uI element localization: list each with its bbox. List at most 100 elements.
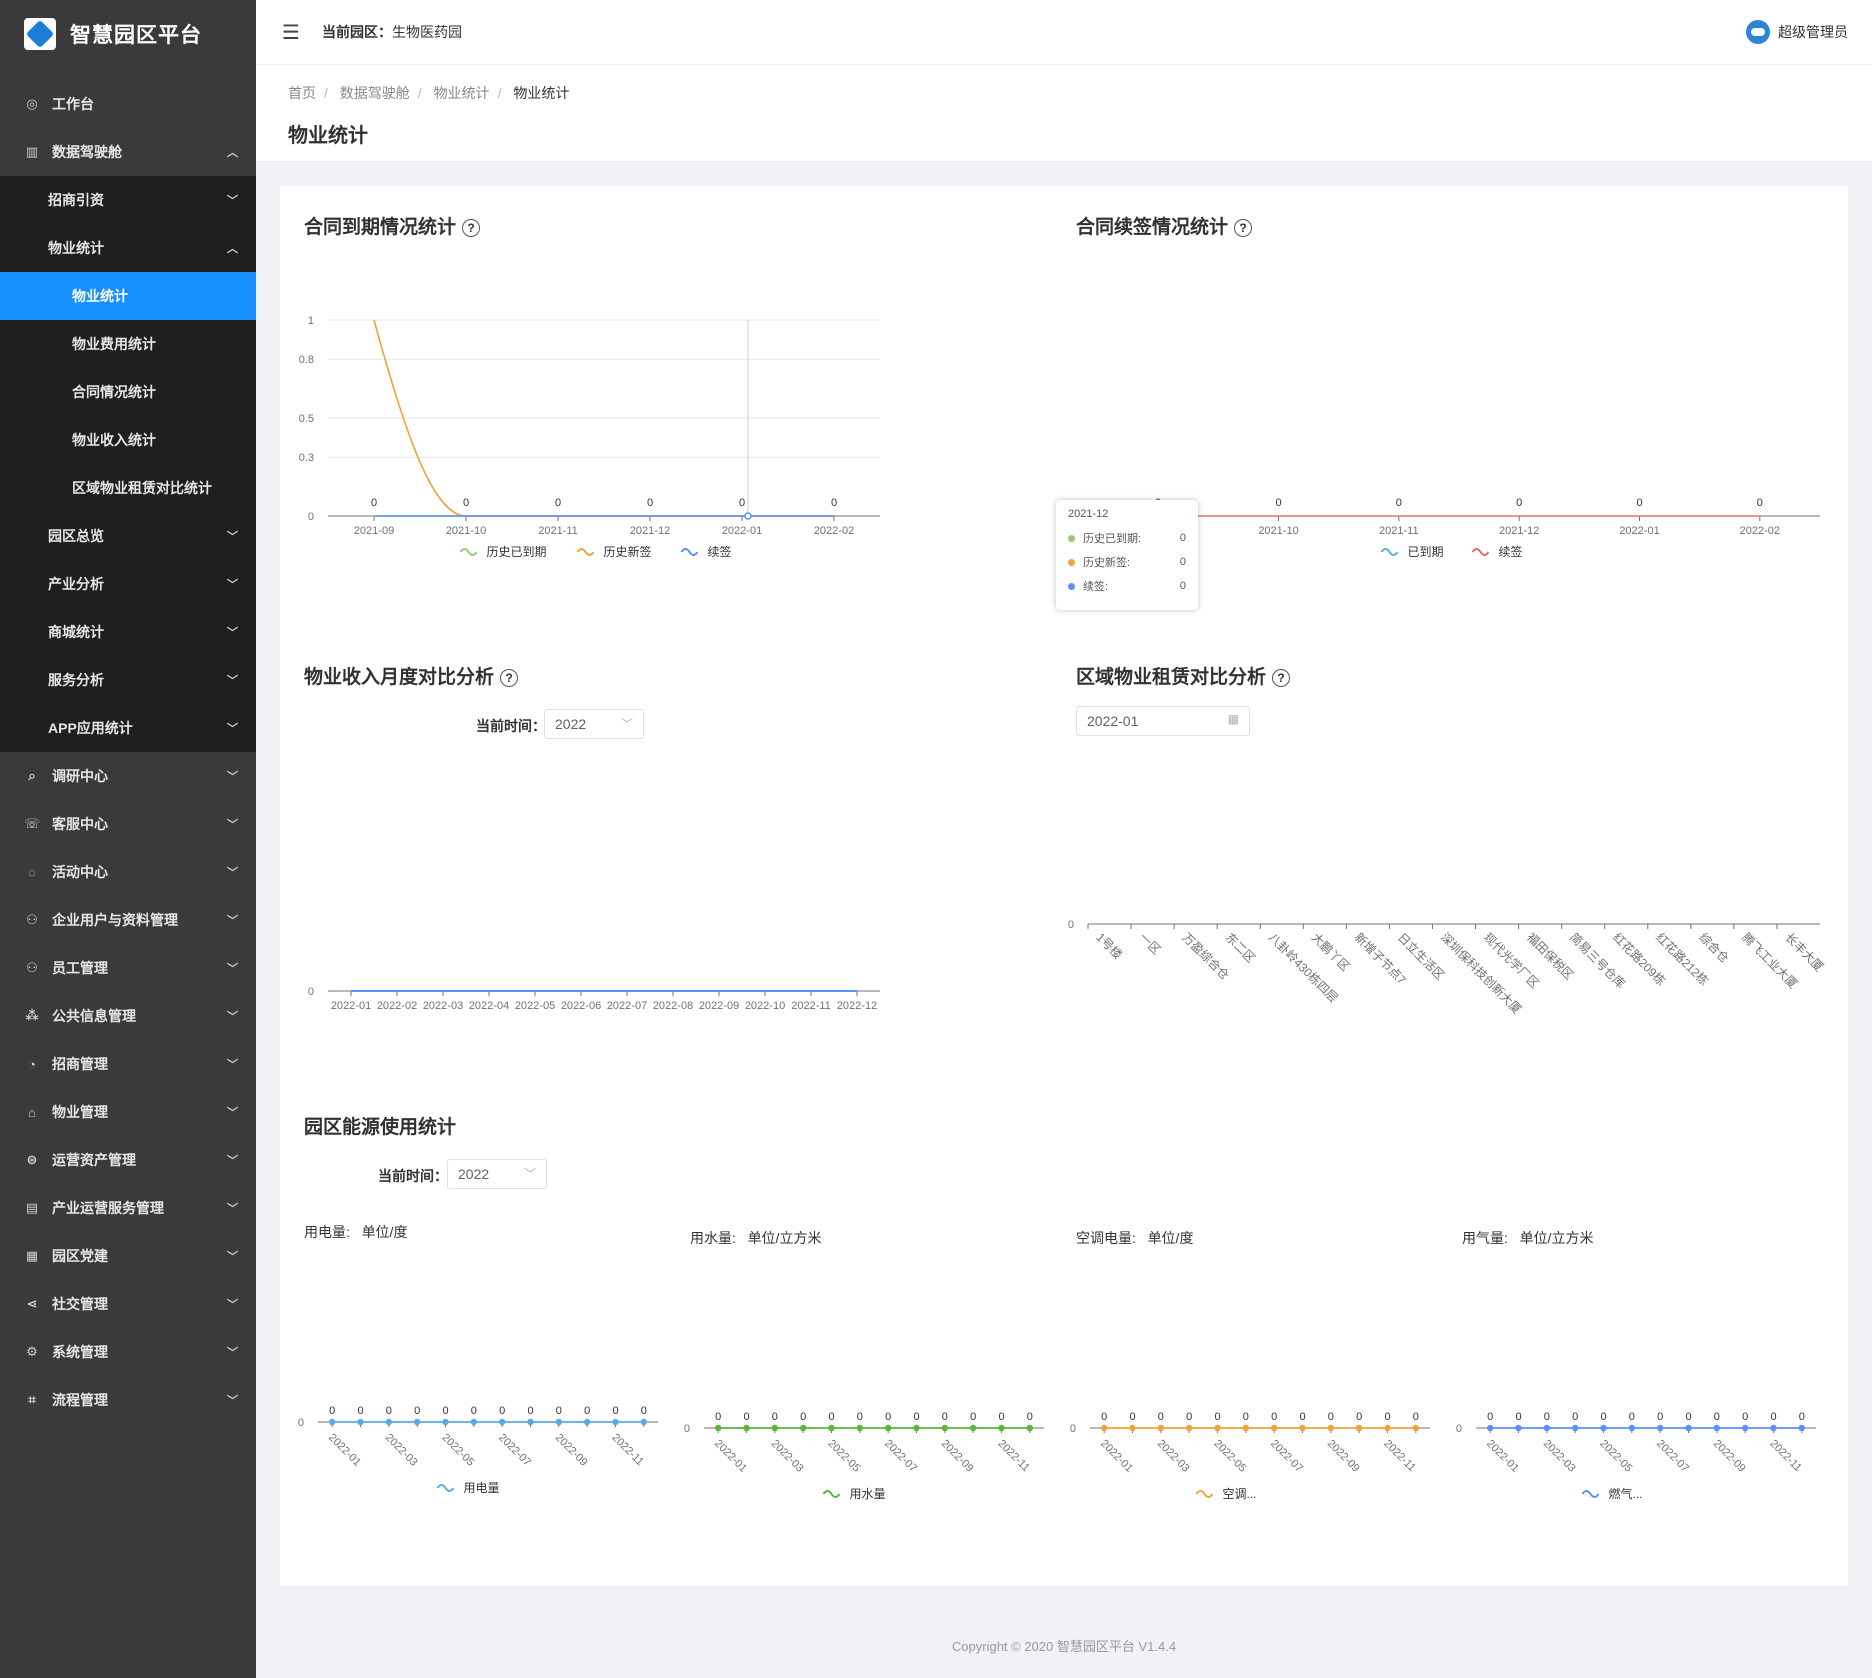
- activity-icon: ◌: [28, 864, 36, 880]
- legend-label: 已到期: [1408, 545, 1444, 559]
- data-label: 0: [357, 1405, 363, 1417]
- sidebar-item-social[interactable]: ⋖ 社交管理 ﹀: [0, 1280, 256, 1328]
- data-label: 0: [1275, 497, 1281, 509]
- data-label: 0: [772, 1411, 778, 1423]
- sidebar-item-system[interactable]: ⚙ 系统管理 ﹀: [0, 1328, 256, 1376]
- legend-icon: [1471, 548, 1490, 556]
- sidebar-item-property-stats-group[interactable]: 物业统计 ︿: [0, 224, 256, 272]
- data-label: 0: [942, 1411, 948, 1423]
- logo-icon: [24, 18, 56, 50]
- x-tick-label: 综合仓: [1696, 930, 1732, 966]
- breadcrumb-home[interactable]: 首页: [288, 85, 316, 101]
- sidebar-item-data-cockpit[interactable]: ▥ 数据驾驶舱 ︿: [0, 128, 256, 176]
- data-point: [612, 1418, 619, 1426]
- sidebar-item-app-stats[interactable]: APP应用统计 ﹀: [0, 704, 256, 752]
- x-tick-label: 2021-10: [1258, 525, 1298, 537]
- flow-icon: ⌗: [28, 1392, 36, 1407]
- sidebar-item-park-overview[interactable]: 园区总览 ﹀: [0, 512, 256, 560]
- sidebar-item-industry-service[interactable]: ▤ 产业运营服务管理 ﹀: [0, 1184, 256, 1232]
- data-point: [1129, 1424, 1136, 1432]
- data-label: 0: [1572, 1411, 1578, 1423]
- chevron-down-icon: ﹀: [227, 771, 238, 783]
- chevron-down-icon: ﹀: [227, 1155, 238, 1167]
- sidebar-item-service-analysis[interactable]: 服务分析 ﹀: [0, 656, 256, 704]
- dashboard-icon: ◎: [26, 96, 38, 111]
- sidebar-item-workbench[interactable]: ◎ 工作台: [0, 80, 256, 128]
- menu-fold-icon[interactable]: ☰: [282, 20, 300, 45]
- y-tick-label: 0: [308, 511, 314, 523]
- data-label: 0: [1657, 1411, 1663, 1423]
- data-label: 0: [1384, 1411, 1390, 1423]
- sidebar-menu-rest: ⌕ 调研中心 ﹀ ☏ 客服中心 ﹀ ◌ 活动中心 ﹀ ⚇ 企业用户与资料管理 ﹀ ⚇ 员工管理 ﹀ …: [0, 752, 256, 1424]
- sidebar-item-investment[interactable]: 招商引资 ﹀: [0, 176, 256, 224]
- data-point: [1770, 1424, 1777, 1432]
- x-tick-label: 2022-05: [1211, 1438, 1248, 1475]
- sidebar-item-staff[interactable]: ⚇ 员工管理 ﹀: [0, 944, 256, 992]
- data-point: [771, 1424, 779, 1432]
- sidebar-item-property-fee-stats[interactable]: 物业费用统计: [0, 320, 256, 368]
- sidebar-item-contract-stats[interactable]: 合同情况统计: [0, 368, 256, 416]
- sidebar-item-enterprise-users[interactable]: ⚇ 企业用户与资料管理 ﹀: [0, 896, 256, 944]
- x-tick-label: 2022-01: [712, 1438, 749, 1475]
- data-label: 0: [970, 1411, 976, 1423]
- bar-chart-icon: ▥: [25, 144, 39, 159]
- data-point: [1327, 1424, 1335, 1432]
- sidebar-item-party-building[interactable]: ▦ 园区党建 ﹀: [0, 1232, 256, 1280]
- x-tick-label: 2022-11: [1767, 1438, 1803, 1474]
- legend-icon: [436, 1484, 455, 1492]
- data-label: 0: [1714, 1411, 1720, 1423]
- data-point: [828, 1424, 835, 1432]
- sidebar-item-mall-stats[interactable]: 商城统计 ﹀: [0, 608, 256, 656]
- highlight-point: [744, 512, 752, 520]
- data-label: 0: [1685, 1411, 1691, 1423]
- data-point: [1214, 1424, 1221, 1432]
- y-tick-label: 0: [298, 1417, 304, 1429]
- sidebar-item-public-info[interactable]: ⁂ 公共信息管理 ﹀: [0, 992, 256, 1040]
- data-cockpit-submenu: 招商引资 ﹀ 物业统计 ︿ 物业统计 物业费用统计 合同情况统计 物业收入统计 区域…: [0, 176, 256, 752]
- chevron-up-icon: ︿: [227, 243, 238, 255]
- x-tick-label: 2022-02: [814, 525, 854, 537]
- x-tick-label: 一区: [1136, 930, 1163, 957]
- sidebar-item-research[interactable]: ⌕ 调研中心 ﹀: [0, 752, 256, 800]
- legend-icon: [1581, 1490, 1600, 1498]
- data-point: [1270, 1424, 1278, 1432]
- sidebar-item-income-stats[interactable]: 物业收入统计: [0, 416, 256, 464]
- data-label: 0: [1271, 1411, 1277, 1423]
- data-label: 0: [329, 1405, 335, 1417]
- legend-icon: [1195, 1490, 1214, 1498]
- sidebar-item-region-rental-stats[interactable]: 区域物业租赁对比统计: [0, 464, 256, 512]
- x-tick-label: 2022-11: [609, 1432, 645, 1468]
- x-tick-label: 2022-03: [1155, 1438, 1192, 1475]
- data-label: 0: [831, 497, 837, 509]
- x-tick-label: 2021-12: [1499, 525, 1539, 537]
- x-tick-label: 2022-07: [607, 1000, 647, 1012]
- y-tick-label: 1: [308, 315, 314, 327]
- breadcrumb-property[interactable]: 物业统计: [434, 85, 490, 101]
- data-label: 0: [499, 1405, 505, 1417]
- sidebar-item-workflow[interactable]: ⌗ 流程管理 ﹀: [0, 1376, 256, 1424]
- x-tick-label: 2021-09: [354, 525, 394, 537]
- sidebar-item-investment-mgmt[interactable]: ◔ 招商管理 ﹀: [0, 1040, 256, 1088]
- sidebar-item-activity[interactable]: ◌ 活动中心 ﹀: [0, 848, 256, 896]
- content-card: 合同到期情况统计? 合同续签情况统计? 物业收入月度对比分析? 区域物业租赁对比…: [280, 186, 1848, 1586]
- x-tick-label: 长丰大厦: [1782, 930, 1826, 974]
- chevron-down-icon: ﹀: [227, 579, 238, 591]
- data-label: 0: [1516, 497, 1522, 509]
- x-tick-label: 2022-07: [1654, 1438, 1691, 1475]
- logo[interactable]: 智慧园区平台: [0, 0, 256, 68]
- data-label: 0: [463, 497, 469, 509]
- data-point: [555, 1418, 563, 1426]
- sidebar-item-industry-analysis[interactable]: 产业分析 ﹀: [0, 560, 256, 608]
- sidebar-item-customer-service[interactable]: ☏ 客服中心 ﹀: [0, 800, 256, 848]
- data-label: 0: [800, 1411, 806, 1423]
- x-tick-label: 2022-01: [1484, 1438, 1521, 1475]
- sidebar-item-property-stats[interactable]: 物业统计: [0, 272, 256, 320]
- x-tick-label: 2022-12: [837, 1000, 877, 1012]
- sidebar-item-property-mgmt[interactable]: ⌂ 物业管理 ﹀: [0, 1088, 256, 1136]
- data-point: [1713, 1424, 1721, 1432]
- breadcrumb-cockpit[interactable]: 数据驾驶舱: [340, 85, 410, 101]
- charts-canvas: 10.80.50.302021-09 2021-10 2021-11 2021-12 2…: [298, 315, 1826, 1501]
- sidebar-item-asset-mgmt[interactable]: ⊜ 运营资产管理 ﹀: [0, 1136, 256, 1184]
- user-menu[interactable]: 超级管理员: [1746, 20, 1848, 44]
- data-point: [357, 1418, 364, 1426]
